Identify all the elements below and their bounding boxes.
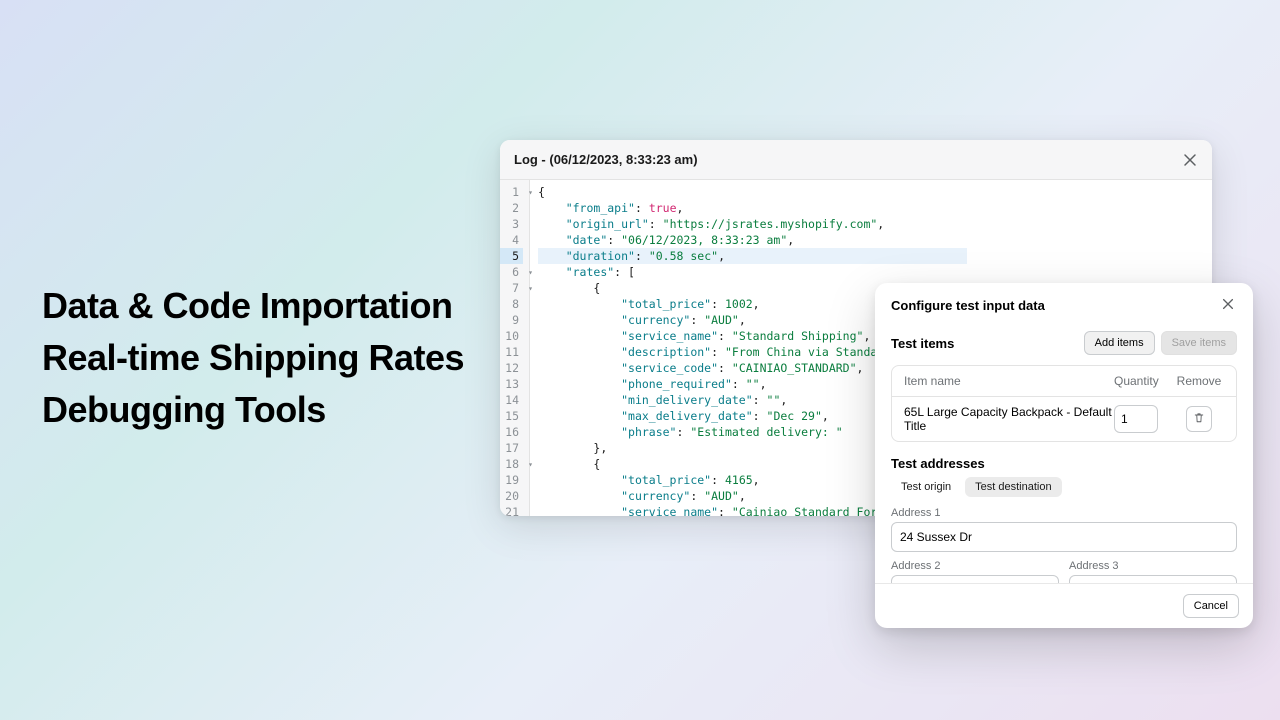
save-items-button: Save items bbox=[1161, 331, 1237, 355]
col-remove: Remove bbox=[1174, 374, 1224, 388]
test-items-label: Test items bbox=[891, 336, 954, 351]
address1-input[interactable] bbox=[891, 522, 1237, 552]
config-header: Configure test input data bbox=[875, 283, 1253, 323]
close-icon[interactable] bbox=[1221, 297, 1237, 313]
quantity-input[interactable] bbox=[1114, 405, 1158, 433]
trash-icon bbox=[1193, 412, 1205, 427]
tab-origin[interactable]: Test origin bbox=[891, 477, 961, 497]
log-header: Log - (06/12/2023, 8:33:23 am) bbox=[500, 140, 1212, 180]
address3-label: Address 3 bbox=[1069, 560, 1237, 572]
address-tabs: Test origin Test destination bbox=[891, 477, 1237, 497]
config-title: Configure test input data bbox=[891, 298, 1045, 313]
test-addresses-label: Test addresses bbox=[891, 456, 1237, 471]
headline-line-1: Data & Code Importation bbox=[42, 280, 464, 332]
col-quantity: Quantity bbox=[1114, 374, 1174, 388]
address2-input[interactable] bbox=[891, 575, 1059, 583]
col-item-name: Item name bbox=[904, 374, 1114, 388]
configure-modal: Configure test input data Test items Add… bbox=[875, 283, 1253, 628]
headline-line-2: Real-time Shipping Rates bbox=[42, 332, 464, 384]
headline-line-3: Debugging Tools bbox=[42, 384, 464, 436]
cancel-button[interactable]: Cancel bbox=[1183, 594, 1239, 618]
address2-label: Address 2 bbox=[891, 560, 1059, 572]
remove-button[interactable] bbox=[1186, 406, 1212, 432]
add-items-button[interactable]: Add items bbox=[1084, 331, 1155, 355]
address3-input[interactable] bbox=[1069, 575, 1237, 583]
address1-label: Address 1 bbox=[891, 507, 1237, 519]
promo-headline: Data & Code Importation Real-time Shippi… bbox=[42, 280, 464, 437]
table-row: 65L Large Capacity Backpack - Default Ti… bbox=[892, 397, 1236, 441]
items-table: Item name Quantity Remove 65L Large Capa… bbox=[891, 365, 1237, 442]
close-icon[interactable] bbox=[1182, 152, 1198, 168]
item-name-cell: 65L Large Capacity Backpack - Default Ti… bbox=[904, 405, 1114, 433]
tab-destination[interactable]: Test destination bbox=[965, 477, 1061, 497]
log-title: Log - (06/12/2023, 8:33:23 am) bbox=[514, 152, 698, 167]
